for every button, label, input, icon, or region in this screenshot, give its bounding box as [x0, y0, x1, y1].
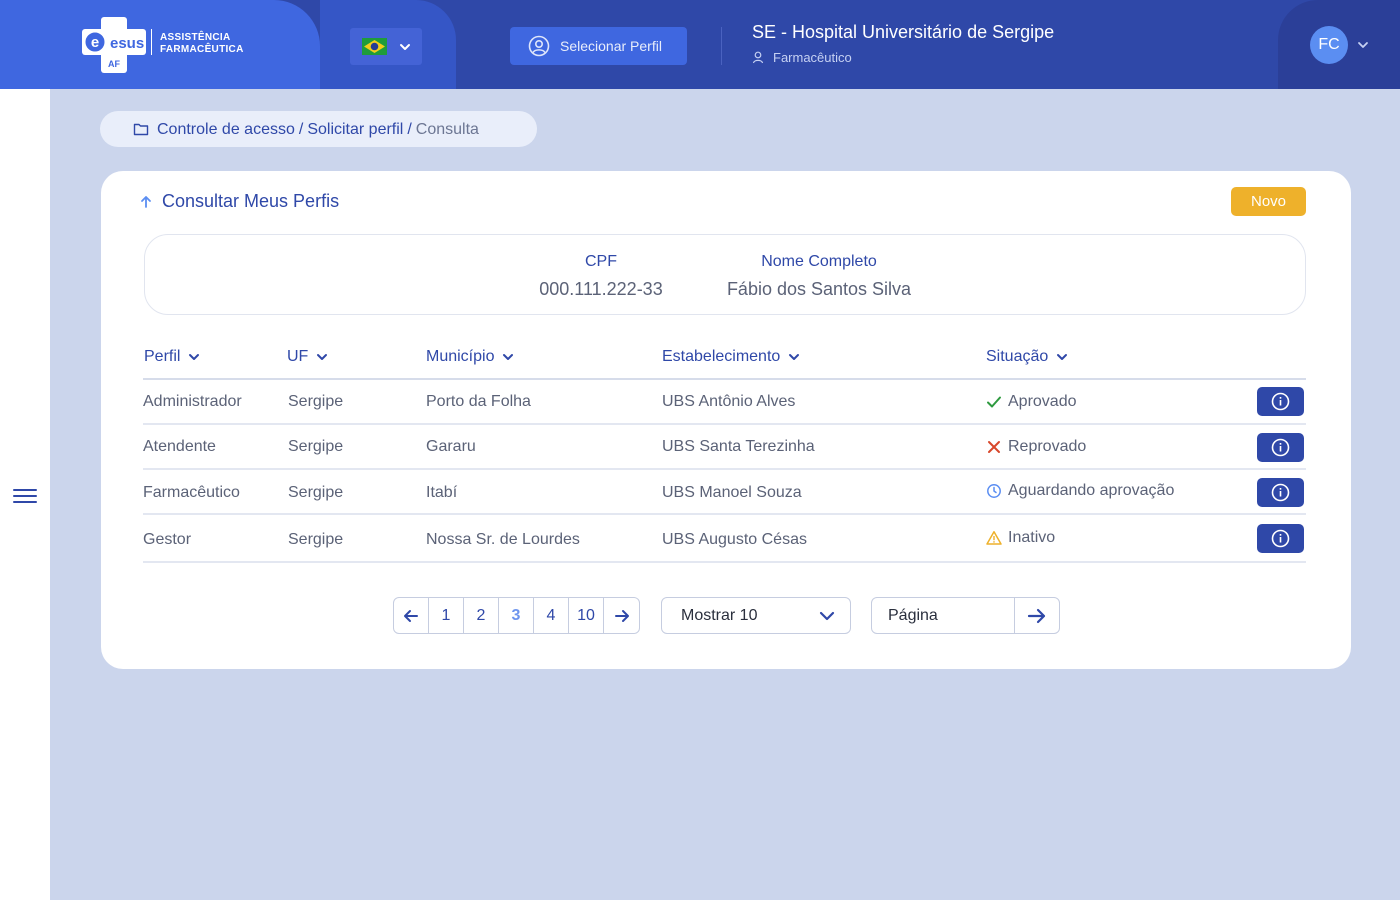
breadcrumb-controle-de-acesso[interactable]: Controle de acesso: [157, 121, 295, 138]
column-header-estabelecimento[interactable]: Estabelecimento: [662, 348, 800, 366]
full-name-label: Nome Completo: [761, 253, 877, 270]
page-button-4[interactable]: 4: [534, 598, 569, 633]
page-button-2[interactable]: 2: [464, 598, 499, 633]
info-icon: [1271, 392, 1290, 411]
chevron-down-icon: [400, 44, 410, 50]
details-button[interactable]: [1257, 478, 1304, 507]
svg-text:AF: AF: [108, 59, 120, 69]
language-selector[interactable]: [350, 28, 422, 65]
full-name-value: Fábio dos Santos Silva: [726, 279, 912, 299]
user-circle-icon: [528, 35, 550, 57]
cell-uf: Sergipe: [288, 393, 344, 410]
sort-chevron-icon: [503, 353, 514, 360]
cell-perfil: Gestor: [143, 531, 192, 548]
esus-af-logo[interactable]: e esus AF ASSISTÊNCIA FARMACÊUTICA: [82, 17, 252, 73]
folder-icon: [133, 123, 149, 136]
table-row: Gestor Sergipe Nossa Sr. de Lourdes UBS …: [143, 515, 1306, 563]
logo-divider: [151, 29, 152, 55]
table-row: Atendente Sergipe Gararu UBS Santa Terez…: [143, 425, 1306, 470]
info-icon: [1271, 483, 1290, 502]
avatar[interactable]: FC: [1310, 26, 1348, 64]
column-header-perfil[interactable]: Perfil: [144, 348, 200, 366]
logo-text: ASSISTÊNCIA FARMACÊUTICA: [160, 32, 244, 55]
arrow-left-icon: [404, 609, 418, 622]
arrow-right-icon: [614, 609, 629, 622]
chevron-down-icon: [819, 611, 835, 621]
column-header-municipio[interactable]: Município: [426, 348, 514, 366]
arrow-up-icon: [141, 196, 151, 208]
cell-perfil: Atendente: [143, 438, 216, 455]
page-button-1[interactable]: 1: [429, 598, 464, 633]
cell-estabelecimento: UBS Augusto Césas: [662, 531, 807, 548]
breadcrumb-solicitar-perfil[interactable]: Solicitar perfil: [307, 121, 403, 138]
column-header-uf[interactable]: UF: [287, 348, 328, 366]
full-name-field: Nome Completo Fábio dos Santos Silva: [713, 253, 925, 300]
header-divider: [721, 27, 722, 65]
cell-perfil: Farmacêutico: [143, 484, 240, 501]
sort-chevron-icon: [1057, 353, 1068, 360]
info-icon: [1271, 529, 1290, 548]
cell-municipio: Itabí: [426, 484, 458, 501]
brazil-flag-icon: [362, 38, 387, 55]
cell-estabelecimento: UBS Manoel Souza: [662, 484, 802, 501]
table-row: Administrador Sergipe Porto da Folha UBS…: [143, 380, 1306, 425]
page-size-select[interactable]: Mostrar 10: [661, 597, 851, 634]
details-button[interactable]: [1257, 524, 1304, 553]
table-row: Farmacêutico Sergipe Itabí UBS Manoel So…: [143, 470, 1306, 515]
arrow-right-icon: [1027, 608, 1046, 624]
profiles-card: Consultar Meus Perfis Novo CPF 000.111.2…: [101, 171, 1351, 669]
breadcrumb-separator: /: [407, 121, 412, 138]
svg-text:e: e: [91, 34, 99, 51]
account-chevron-down-icon[interactable]: [1357, 40, 1369, 50]
clock-icon: [987, 484, 1001, 498]
previous-page-button[interactable]: [394, 598, 429, 633]
cell-estabelecimento: UBS Santa Terezinha: [662, 438, 815, 455]
cell-municipio: Nossa Sr. de Lourdes: [426, 531, 580, 548]
hospital-name: SE - Hospital Universitário de Sergipe: [752, 22, 1055, 42]
cell-uf: Sergipe: [288, 438, 344, 455]
sidebar: [0, 89, 50, 900]
new-button[interactable]: Novo: [1231, 187, 1306, 216]
breadcrumb: Controle de acesso / Solicitar perfil / Cons…: [100, 111, 537, 147]
breadcrumb-separator: /: [298, 121, 304, 138]
cell-uf: Sergipe: [288, 484, 344, 501]
page-number-input[interactable]: [873, 599, 1013, 632]
cpf-field: CPF 000.111.222-33: [531, 253, 671, 300]
select-profile-button[interactable]: Selecionar Perfil: [510, 27, 687, 65]
top-header: e esus AF ASSISTÊNCIA FARMACÊUTICA Selec…: [0, 0, 1400, 89]
cpf-label: CPF: [585, 253, 617, 270]
cell-municipio: Porto da Folha: [426, 393, 531, 410]
check-icon: [987, 396, 1001, 408]
go-to-page-button[interactable]: [1014, 598, 1059, 633]
details-button[interactable]: [1257, 387, 1304, 416]
cpf-value: 000.111.222-33: [539, 279, 663, 299]
cell-uf: Sergipe: [288, 531, 344, 548]
sort-chevron-icon: [789, 353, 800, 360]
cell-municipio: Gararu: [426, 438, 476, 455]
svg-text:esus: esus: [110, 35, 144, 52]
breadcrumb-current: Consulta: [415, 121, 479, 138]
logo-block: e esus AF ASSISTÊNCIA FARMACÊUTICA: [0, 0, 320, 89]
language-block: [320, 0, 456, 89]
details-button[interactable]: [1257, 433, 1304, 462]
warning-icon: [986, 531, 1002, 545]
page-button-10[interactable]: 10: [569, 598, 604, 633]
sort-chevron-icon: [317, 353, 328, 360]
column-header-situacao[interactable]: Situação: [986, 348, 1068, 366]
cell-estabelecimento: UBS Antônio Alves: [662, 393, 796, 410]
user-info-box: CPF 000.111.222-33 Nome Completo Fábio d…: [144, 234, 1306, 315]
page-button-3-current[interactable]: 3: [499, 598, 534, 633]
menu-icon[interactable]: [13, 489, 37, 505]
next-page-button[interactable]: [604, 598, 639, 633]
user-icon: [752, 51, 764, 64]
info-icon: [1271, 438, 1290, 457]
sort-chevron-icon: [189, 353, 200, 360]
go-to-page: [871, 597, 1060, 634]
pagination: 1 2 3 4 10: [393, 597, 640, 634]
x-icon: [988, 441, 1000, 453]
cell-perfil: Administrador: [143, 393, 242, 410]
esus-logo-mark: e esus AF: [82, 17, 146, 73]
